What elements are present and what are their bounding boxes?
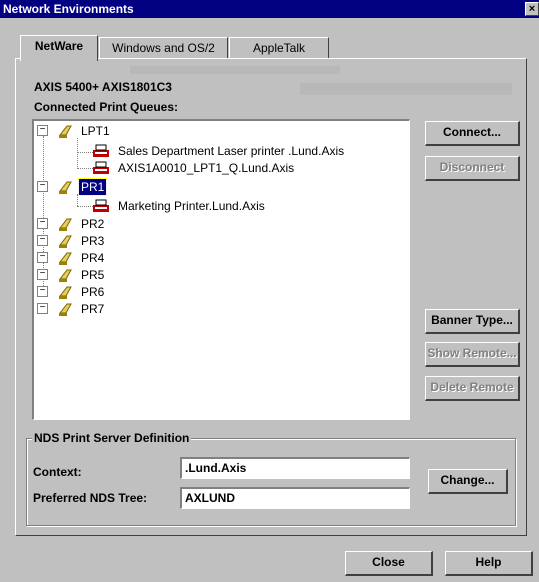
close-window-button[interactable]: × [525,2,539,16]
close-button[interactable]: Close [345,551,433,576]
window-titlebar: Network Environments × [0,0,539,18]
tree-connector [77,168,93,169]
collapse-icon[interactable]: − [37,286,48,297]
port-icon [57,123,75,139]
tree-node-label: AXIS1A0010_LPT1_Q.Lund.Axis [118,161,295,175]
collapse-icon[interactable]: − [37,125,48,136]
collapse-icon[interactable]: − [37,181,48,192]
port-icon [57,250,75,266]
port-icon [57,233,75,249]
collapse-icon[interactable]: − [37,303,48,314]
decorative-bar [300,83,512,95]
collapse-icon[interactable]: − [37,269,48,280]
change-button[interactable]: Change... [428,469,508,494]
tree-connector [77,152,93,153]
printer-icon [92,198,110,214]
show-remote-button[interactable]: Show Remote... [425,342,520,367]
port-icon [57,284,75,300]
tree-node-label: PR5 [81,268,105,282]
tree-node-printer[interactable]: Marketing Printer.Lund.Axis [92,198,402,214]
tree-connector [77,138,78,169]
tree-node-label: PR1 [77,178,108,196]
port-icon [57,179,75,195]
tab-appletalk[interactable]: AppleTalk [229,37,329,59]
tree-node-label: LPT1 [81,124,110,138]
tree-node-label: PR6 [81,285,105,299]
banner-type-button[interactable]: Banner Type... [425,309,520,334]
tree-node-pr6[interactable]: − PR6 [37,284,237,300]
tree-node-pr4[interactable]: − PR4 [37,250,237,266]
tree-node-label: Marketing Printer.Lund.Axis [118,199,265,213]
tab-label: NetWare [34,39,84,53]
window-title: Network Environments [3,2,134,16]
tree-node-pr5[interactable]: − PR5 [37,267,237,283]
tab-netware[interactable]: NetWare [20,35,98,61]
tree-node-pr1[interactable]: − PR1 [37,178,397,196]
help-button[interactable]: Help [445,551,533,576]
collapse-icon[interactable]: − [37,252,48,263]
tree-node-printer[interactable]: Sales Department Laser printer .Lund.Axi… [92,143,402,159]
tab-label: Windows and OS/2 [112,41,215,55]
delete-remote-button[interactable]: Delete Remote [425,376,520,401]
port-icon [57,267,75,283]
preferred-tree-label: Preferred NDS Tree: [33,491,148,505]
printer-icon [92,160,110,176]
tree-connector [77,194,78,206]
tree-node-label: PR2 [81,217,105,231]
context-label: Context: [33,465,82,479]
collapse-icon[interactable]: − [37,218,48,229]
tab-windows-os2[interactable]: Windows and OS/2 [99,37,228,59]
decorative-bar [130,66,340,74]
tree-connector [77,206,93,207]
tree-node-label: PR7 [81,302,105,316]
collapse-icon[interactable]: − [37,235,48,246]
tree-node-pr7[interactable]: − PR7 [37,301,237,317]
tree-node-lpt1[interactable]: − LPT1 [37,123,397,139]
print-queue-tree[interactable]: − LPT1 Sales Department Laser printer .L… [32,119,410,420]
device-name: AXIS 5400+ AXIS1801C3 [34,80,172,94]
tab-label: AppleTalk [252,41,306,55]
tree-node-label: PR4 [81,251,105,265]
tree-node-pr3[interactable]: − PR3 [37,233,237,249]
preferred-tree-field[interactable]: AXLUND [180,487,410,509]
port-icon [57,216,75,232]
tree-node-label: PR3 [81,234,105,248]
context-field[interactable]: .Lund.Axis [180,457,410,479]
nds-group-title: NDS Print Server Definition [32,431,192,445]
tree-node-label: Sales Department Laser printer .Lund.Axi… [118,144,345,158]
port-icon [57,301,75,317]
connect-button[interactable]: Connect... [425,121,520,146]
tree-node-printer[interactable]: AXIS1A0010_LPT1_Q.Lund.Axis [92,160,402,176]
printer-icon [92,143,110,159]
tree-node-pr2[interactable]: − PR2 [37,216,237,232]
queues-heading: Connected Print Queues: [34,100,179,114]
disconnect-button[interactable]: Disconnect [425,156,520,181]
